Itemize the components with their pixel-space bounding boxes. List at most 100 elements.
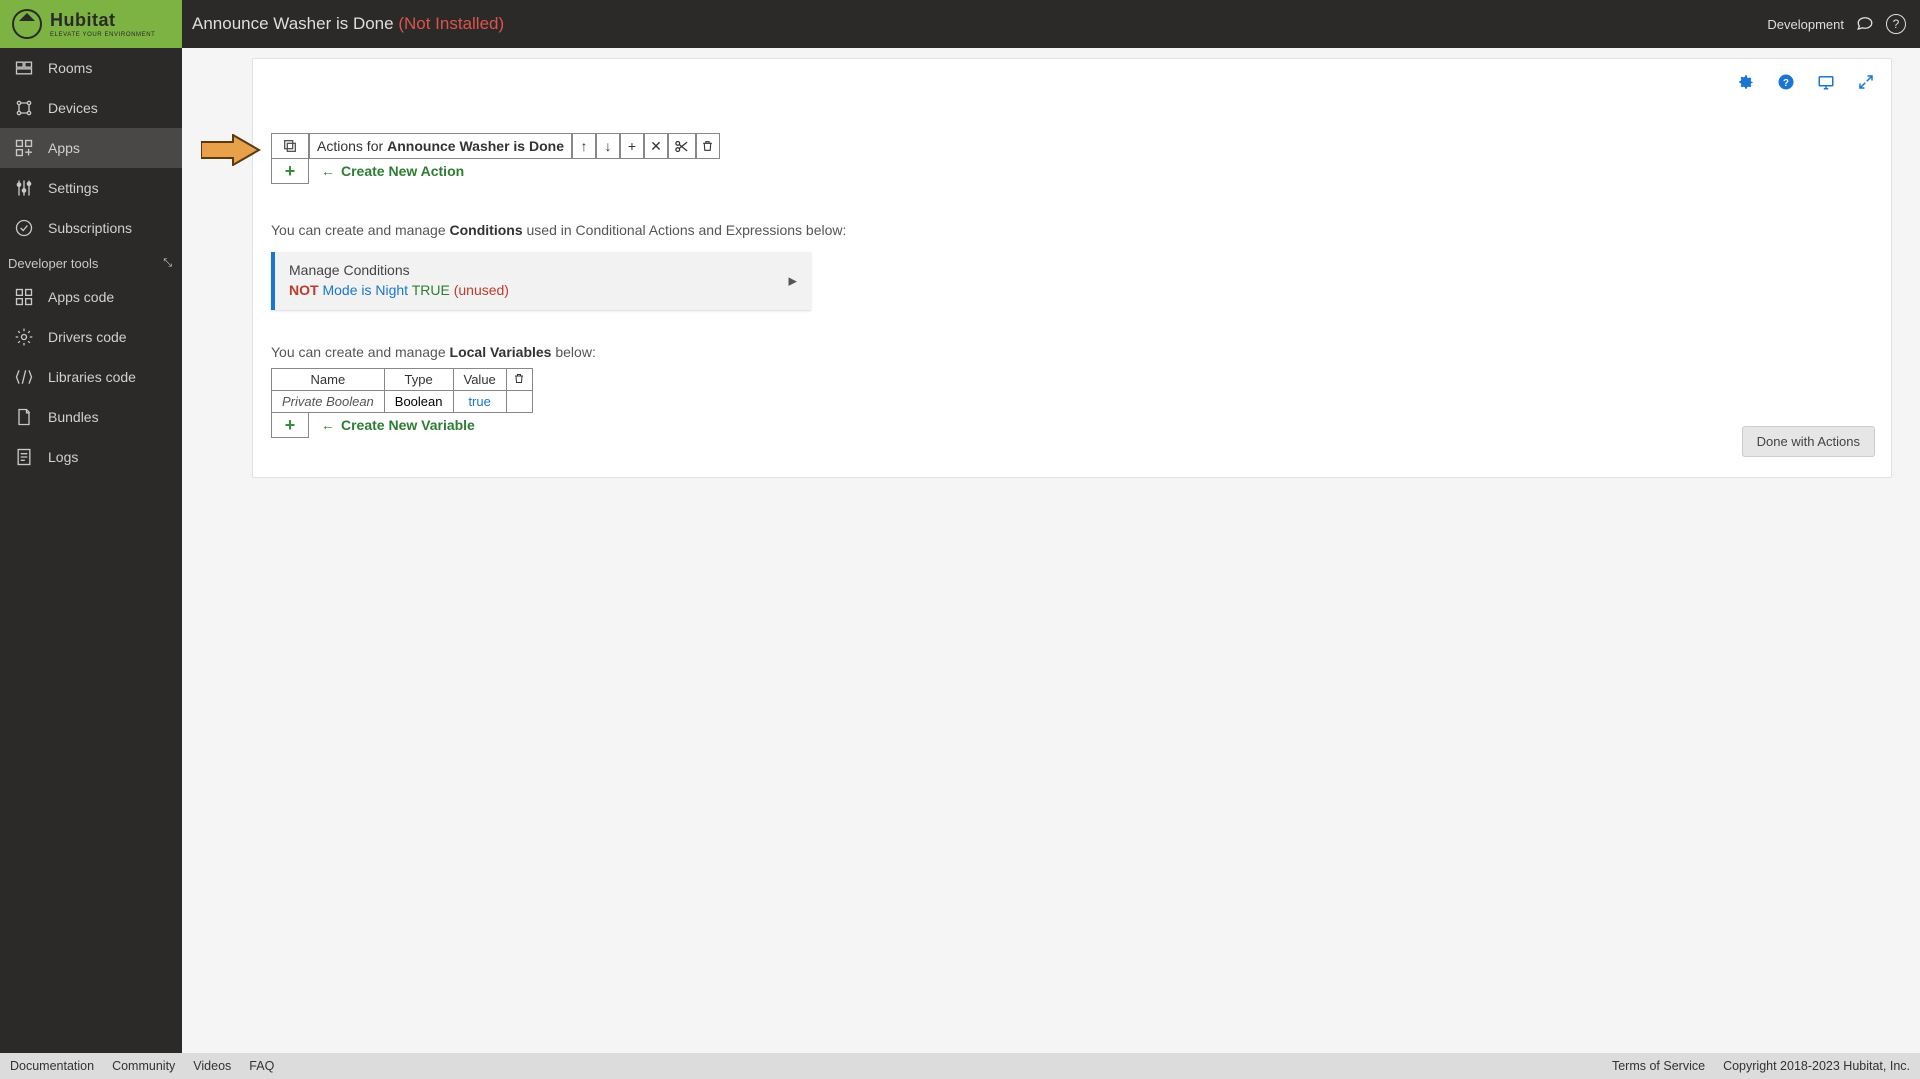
- footer-link-tos[interactable]: Terms of Service: [1612, 1059, 1705, 1073]
- sidebar-item-drivers-code[interactable]: Drivers code: [0, 317, 182, 357]
- sidebar-item-settings[interactable]: Settings: [0, 168, 182, 208]
- help-icon[interactable]: ?: [1777, 73, 1795, 96]
- main-content: ? Actions for Announce Washer is Done ↑ …: [182, 48, 1920, 1053]
- footer-link-videos[interactable]: Videos: [193, 1059, 231, 1073]
- settings-icon: [14, 178, 34, 198]
- libraries-icon: [14, 367, 34, 387]
- local-variables-table: Name Type Value Private Boolean Boolean …: [271, 368, 533, 413]
- delete-button[interactable]: [696, 133, 720, 159]
- sidebar-item-rooms[interactable]: Rooms: [0, 48, 182, 88]
- install-status: (Not Installed): [398, 14, 504, 33]
- rule-card: ? Actions for Announce Washer is Done ↑ …: [252, 58, 1892, 478]
- scissors-icon: [674, 139, 689, 154]
- sidebar-label: Drivers code: [48, 329, 127, 345]
- sidebar-item-subscriptions[interactable]: Subscriptions: [0, 208, 182, 248]
- sidebar-label: Apps: [48, 140, 80, 156]
- manage-conditions-box[interactable]: Manage Conditions NOT Mode is Night TRUE…: [271, 252, 811, 310]
- cut-button[interactable]: [668, 133, 696, 159]
- topbar: Hubitat ELEVATE YOUR ENVIRONMENT Announc…: [0, 0, 1920, 48]
- var-name: Private Boolean: [272, 391, 385, 413]
- condition-line: NOT Mode is Night TRUE (unused): [289, 282, 797, 298]
- sidebar-item-libraries-code[interactable]: Libraries code: [0, 357, 182, 397]
- subscriptions-icon: [14, 218, 34, 238]
- actions-header-prefix: Actions for: [317, 138, 383, 154]
- actions-header: Actions for Announce Washer is Done: [309, 133, 572, 159]
- sidebar-label: Rooms: [48, 60, 92, 76]
- create-action-label: Create New Action: [341, 163, 464, 179]
- move-down-button[interactable]: ↓: [596, 133, 620, 159]
- sidebar-label: Logs: [48, 449, 78, 465]
- apps-icon: [14, 138, 34, 158]
- var-value: true: [453, 391, 506, 413]
- footer-link-community[interactable]: Community: [112, 1059, 175, 1073]
- rooms-icon: [14, 58, 34, 78]
- logs-icon: [14, 447, 34, 467]
- brand-name: Hubitat: [50, 10, 116, 30]
- sidebar-item-logs[interactable]: Logs: [0, 437, 182, 477]
- footer-link-faq[interactable]: FAQ: [249, 1059, 274, 1073]
- sidebar-item-apps[interactable]: Apps: [0, 128, 182, 168]
- actions-block: Actions for Announce Washer is Done ↑ ↓ …: [271, 133, 720, 184]
- footer-link-documentation[interactable]: Documentation: [10, 1059, 94, 1073]
- insert-button[interactable]: +: [620, 133, 644, 159]
- sidebar-label: Settings: [48, 180, 99, 196]
- chat-icon[interactable]: [1856, 14, 1874, 35]
- devices-icon: [14, 98, 34, 118]
- sidebar-item-apps-code[interactable]: Apps code: [0, 277, 182, 317]
- topbar-right: Development ?: [1767, 14, 1906, 35]
- sidebar-label: Subscriptions: [48, 220, 132, 236]
- svg-text:?: ?: [1783, 78, 1789, 89]
- move-up-button[interactable]: ↑: [572, 133, 596, 159]
- help-icon[interactable]: ?: [1886, 14, 1906, 34]
- actions-header-name: Announce Washer is Done: [387, 138, 564, 154]
- footer: Documentation Community Videos FAQ Terms…: [0, 1053, 1920, 1079]
- collapse-icon: ⤡: [163, 257, 172, 270]
- localvars-intro: You can create and manage Local Variable…: [271, 344, 1873, 360]
- trash-icon: [701, 139, 714, 153]
- expand-icon[interactable]: [1857, 73, 1875, 96]
- logo-mark-icon: [12, 9, 42, 39]
- footer-copyright: Copyright 2018-2023 Hubitat, Inc.: [1723, 1059, 1910, 1073]
- col-name: Name: [272, 369, 385, 391]
- sidebar-label: Devices: [48, 100, 98, 116]
- conditions-box-title: Manage Conditions: [289, 262, 797, 278]
- bundles-icon: [14, 407, 34, 427]
- var-delete-cell[interactable]: [506, 391, 532, 413]
- apps-code-icon: [14, 287, 34, 307]
- var-type: Boolean: [384, 391, 453, 413]
- copy-icon: [282, 138, 298, 154]
- col-delete: [506, 369, 532, 391]
- annotation-arrow-icon: [201, 134, 261, 166]
- arrow-left-icon: ←: [321, 417, 335, 433]
- create-action-link[interactable]: ← Create New Action: [321, 163, 464, 179]
- sidebar-section-label: Developer tools: [8, 256, 98, 271]
- sidebar-label: Libraries code: [48, 369, 136, 385]
- create-variable-label: Create New Variable: [341, 417, 475, 433]
- col-value: Value: [453, 369, 506, 391]
- sidebar: Rooms Devices Apps Settings Subscription…: [0, 48, 182, 1053]
- display-icon[interactable]: [1817, 73, 1835, 96]
- page-title-text: Announce Washer is Done: [192, 14, 394, 33]
- gear-icon[interactable]: [1737, 73, 1755, 96]
- add-variable-button[interactable]: +: [271, 412, 309, 438]
- cancel-button[interactable]: ✕: [644, 133, 668, 159]
- brand-logo[interactable]: Hubitat ELEVATE YOUR ENVIRONMENT: [0, 0, 182, 48]
- sidebar-label: Apps code: [48, 289, 114, 305]
- sidebar-item-bundles[interactable]: Bundles: [0, 397, 182, 437]
- copy-actions-button[interactable]: [271, 133, 309, 159]
- drivers-code-icon: [14, 327, 34, 347]
- chevron-right-icon: ▶: [789, 275, 797, 288]
- table-row[interactable]: Private Boolean Boolean true: [272, 391, 533, 413]
- env-label: Development: [1767, 17, 1844, 32]
- create-variable-link[interactable]: ← Create New Variable: [321, 417, 475, 433]
- conditions-intro: You can create and manage Conditions use…: [271, 222, 1873, 238]
- brand-tagline: ELEVATE YOUR ENVIRONMENT: [50, 32, 155, 38]
- page-title: Announce Washer is Done (Not Installed): [192, 14, 504, 34]
- sidebar-section-developer[interactable]: Developer tools ⤡: [0, 248, 182, 277]
- add-action-button[interactable]: +: [271, 158, 309, 184]
- arrow-left-icon: ←: [321, 163, 335, 179]
- card-toolbar: ?: [1737, 73, 1875, 96]
- done-with-actions-button[interactable]: Done with Actions: [1742, 426, 1875, 457]
- sidebar-item-devices[interactable]: Devices: [0, 88, 182, 128]
- sidebar-label: Bundles: [48, 409, 99, 425]
